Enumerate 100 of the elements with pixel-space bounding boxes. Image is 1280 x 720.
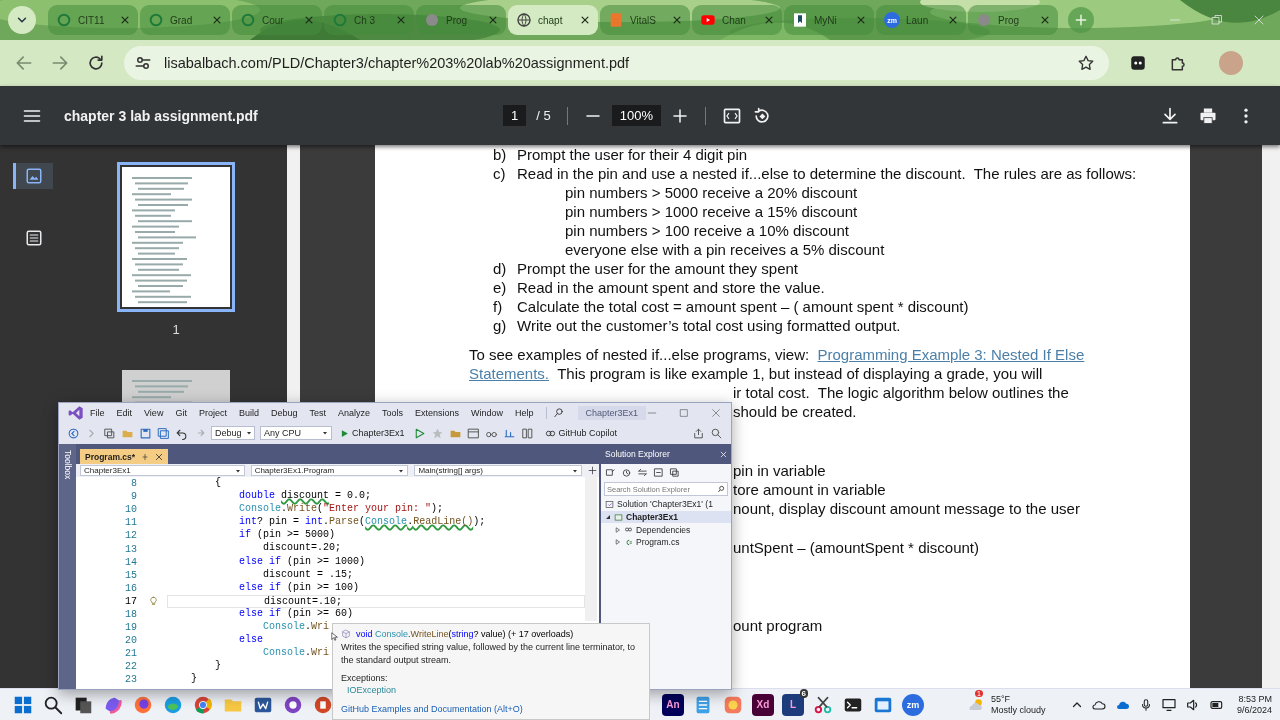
browser-tab[interactable]: Prog (968, 5, 1058, 35)
browser-tab[interactable]: CIT11 (48, 5, 138, 35)
close-icon[interactable] (948, 15, 958, 25)
menu-item[interactable]: Project (192, 407, 233, 418)
link[interactable]: Statements. (469, 365, 550, 382)
menu-item[interactable]: Tools (376, 407, 410, 418)
tree-item[interactable]: Chapter3Ex1 (601, 510, 731, 524)
page-number-field[interactable]: 1 (503, 105, 527, 126)
browser-tab[interactable]: chapt (508, 5, 598, 35)
tree-item[interactable]: Solution 'Chapter3Ex1' (1 (601, 498, 731, 511)
code-line: else if (pin >= 60) (238, 607, 354, 621)
menu-item[interactable]: Window (465, 407, 510, 418)
navigation-dropdown[interactable]: Main(string[] args) (414, 465, 582, 476)
forward-arrow-icon[interactable] (50, 53, 70, 73)
star-icon[interactable] (1077, 54, 1095, 72)
collapsed-arrow-icon[interactable] (615, 539, 621, 546)
platform-dropdown[interactable]: Any CPU (260, 426, 332, 440)
document-title: chapter 3 lab assignment.pdf (64, 107, 258, 124)
menu-item[interactable]: Analyze (332, 407, 376, 418)
close-icon[interactable] (120, 15, 130, 25)
navigation-dropdown[interactable]: Chapter3Ex1 (80, 465, 245, 476)
monitor-icon[interactable] (1160, 696, 1177, 713)
caret-down-icon (572, 467, 578, 474)
feedback-icon[interactable] (710, 426, 723, 440)
configuration-dropdown[interactable]: Debug (211, 426, 255, 440)
menu-item[interactable]: Debug (264, 407, 304, 418)
site-settings-icon[interactable] (134, 54, 152, 72)
sync-icon[interactable] (605, 466, 616, 478)
square-favicon-icon (608, 12, 624, 28)
navigation-dropdown[interactable]: Chapter3Ex1.Program (250, 465, 409, 476)
swap-icon[interactable] (637, 466, 648, 478)
tree-item[interactable]: Dependencies (601, 523, 731, 537)
menu-item[interactable]: Test (303, 407, 332, 418)
close-icon[interactable] (1040, 15, 1050, 25)
save-icon[interactable] (139, 426, 152, 440)
sidebar-view-tab[interactable] (12, 163, 53, 189)
browser-tab[interactable]: Cour (232, 5, 322, 35)
save-all-icon[interactable] (157, 426, 170, 440)
copy-icon[interactable] (669, 466, 680, 478)
rule-text: pin numbers > 5000 receive a 20% discount (565, 184, 858, 201)
pin-icon[interactable] (141, 452, 150, 461)
zoom-field[interactable]: 100% (611, 105, 661, 126)
download-icon[interactable] (1160, 105, 1180, 126)
menu-item[interactable]: View (138, 407, 170, 418)
link[interactable]: Programming Example 3: Nested If Else (817, 346, 1085, 363)
tab-title: Grad (170, 14, 194, 26)
menu-item[interactable]: Extensions (409, 407, 466, 418)
history-icon[interactable] (621, 466, 632, 478)
line-number: 21 (124, 648, 138, 660)
zoom-app-icon[interactable]: zm (902, 693, 924, 716)
line-number: 15 (124, 569, 138, 581)
browser-tab[interactable]: Grad (140, 5, 230, 35)
line-number: 18 (124, 609, 138, 620)
collapsed-arrow-icon[interactable] (615, 526, 621, 533)
columns-icon[interactable] (520, 426, 534, 440)
image-icon (25, 167, 43, 185)
menu-item[interactable]: Git (169, 407, 193, 418)
back-arrow-icon[interactable] (14, 53, 34, 73)
document-tab[interactable]: Program.cs* (80, 449, 169, 464)
close-icon[interactable] (672, 15, 682, 25)
scrollbar[interactable] (585, 477, 597, 621)
close-icon[interactable] (488, 15, 498, 25)
app-tile-icon[interactable]: Xd (752, 693, 774, 716)
start-button[interactable]: Chapter3Ex1 (337, 428, 408, 438)
list-item-text: Calculate the total cost = amount spent – ( amount spent * discount) (517, 297, 970, 316)
address-field[interactable]: lisabalbach.com/PLD/Chapter3/chapter%203%20lab%20assignment.pdf (124, 46, 1109, 80)
bookmark-favicon-icon (792, 12, 808, 28)
code-line: Console.Wri (263, 621, 330, 635)
toolbox-tab[interactable]: Toolbox (59, 444, 76, 689)
tree-item[interactable]: Program.cs (601, 536, 731, 549)
collapse-icon[interactable] (653, 466, 664, 478)
tab-title: Prog (446, 14, 469, 26)
reload-icon[interactable] (86, 53, 106, 73)
menu-item[interactable]: File (84, 407, 111, 418)
close-icon[interactable] (155, 452, 164, 461)
app-tile-icon[interactable]: An (662, 693, 684, 716)
layout-icon[interactable] (466, 426, 480, 440)
restore-icon[interactable] (1211, 14, 1223, 26)
browser-tab[interactable]: Chan (692, 5, 782, 35)
split-icon[interactable] (588, 466, 597, 475)
lightbulb-icon[interactable] (148, 596, 158, 607)
page-thumbnail[interactable] (117, 162, 235, 312)
browser-tab[interactable]: VitalS (600, 5, 690, 35)
menu-item[interactable]: Edit (110, 407, 139, 418)
close-icon[interactable] (212, 15, 222, 25)
close-icon[interactable] (764, 15, 774, 25)
expanded-arrow-icon[interactable] (605, 514, 611, 521)
copilot-button[interactable]: GitHub Copilot (544, 427, 618, 439)
close-icon[interactable] (580, 15, 590, 25)
list-marker: c) (493, 164, 507, 183)
ring-favicon-icon (56, 12, 72, 28)
back-circle-icon[interactable] (67, 426, 80, 440)
documentation-link[interactable]: GitHub Examples and Documentation (Alt+O) (341, 704, 641, 714)
new-item-icon[interactable] (103, 426, 116, 440)
extension-app-icon[interactable] (1129, 54, 1147, 72)
zoom-in-icon[interactable] (670, 106, 689, 125)
menu-item[interactable]: Build (232, 407, 265, 418)
menu-item[interactable]: Help (509, 407, 540, 418)
share-icon[interactable] (692, 426, 705, 440)
scrollbar[interactable] (1262, 145, 1280, 688)
